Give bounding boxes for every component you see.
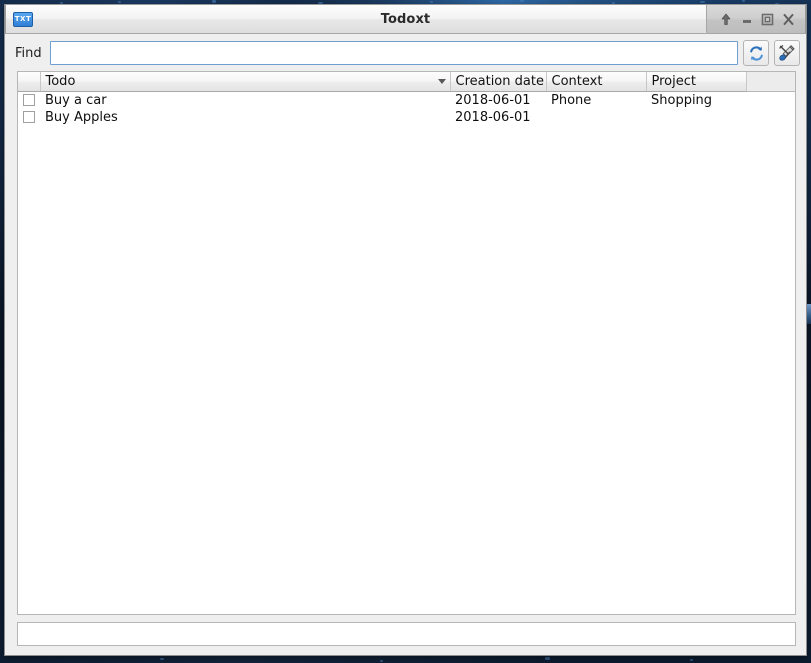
desktop-edge-sliver (807, 304, 811, 324)
cell-todo: Buy a car (45, 92, 107, 108)
maximize-button[interactable] (757, 7, 778, 31)
row-checkbox-cell[interactable] (18, 109, 40, 126)
table-body: Buy a car 2018-06-01 Phone Shopping Buy … (18, 91, 795, 126)
cell-context: Phone (551, 92, 592, 108)
minimize-button[interactable] (736, 7, 757, 31)
arrow-up-icon (720, 13, 732, 26)
close-icon (782, 13, 795, 26)
refresh-icon (748, 45, 765, 62)
window-title: Todoxt (380, 11, 431, 27)
cell-creation-date: 2018-06-01 (455, 92, 531, 108)
todo-table-container[interactable]: Todo Creation date Context Project Buy a… (17, 71, 796, 615)
table-empty-space[interactable] (18, 125, 795, 614)
minimize-icon (741, 13, 753, 25)
row-checkbox[interactable] (23, 93, 35, 106)
search-input[interactable] (49, 41, 738, 65)
cell-project (646, 109, 746, 126)
table-header-row: Todo Creation date Context Project (18, 72, 795, 92)
window-controls (706, 5, 805, 34)
application-window: TXT Todoxt Find Todo Creation date Conte… (4, 4, 807, 656)
find-label: Find (15, 45, 42, 61)
settings-button[interactable] (774, 40, 800, 66)
sort-descending-icon (437, 78, 446, 84)
column-header-todo-label: Todo (45, 73, 76, 89)
todo-table: Todo Creation date Context Project Buy a… (18, 72, 795, 126)
cell-context (546, 109, 646, 126)
column-header-creation-date[interactable]: Creation date (450, 72, 547, 92)
tools-icon (778, 44, 796, 62)
maximize-icon (761, 13, 774, 26)
find-bar: Find (5, 34, 806, 71)
new-todo-input[interactable] (17, 622, 796, 646)
title-bar[interactable]: TXT Todoxt (5, 4, 806, 34)
cell-creation-date: 2018-06-01 (455, 109, 531, 125)
cell-project: Shopping (651, 92, 713, 108)
refresh-button[interactable] (743, 40, 769, 66)
column-header-filler (746, 72, 795, 92)
column-header-todo[interactable]: Todo (40, 72, 451, 92)
app-icon: TXT (13, 11, 33, 27)
row-checkbox-cell[interactable] (18, 91, 40, 109)
bottom-bar (5, 615, 806, 655)
cell-todo: Buy Apples (45, 109, 118, 125)
column-header-select-all[interactable] (18, 72, 41, 92)
cell-filler (746, 91, 795, 109)
column-header-context[interactable]: Context (546, 72, 647, 92)
table-row[interactable]: Buy Apples 2018-06-01 (18, 109, 795, 126)
table-row[interactable]: Buy a car 2018-06-01 Phone Shopping (18, 91, 795, 109)
cell-filler (746, 109, 795, 126)
close-button[interactable] (778, 7, 799, 31)
row-checkbox[interactable] (23, 110, 35, 123)
column-header-project[interactable]: Project (646, 72, 747, 92)
shade-button[interactable] (715, 7, 736, 31)
